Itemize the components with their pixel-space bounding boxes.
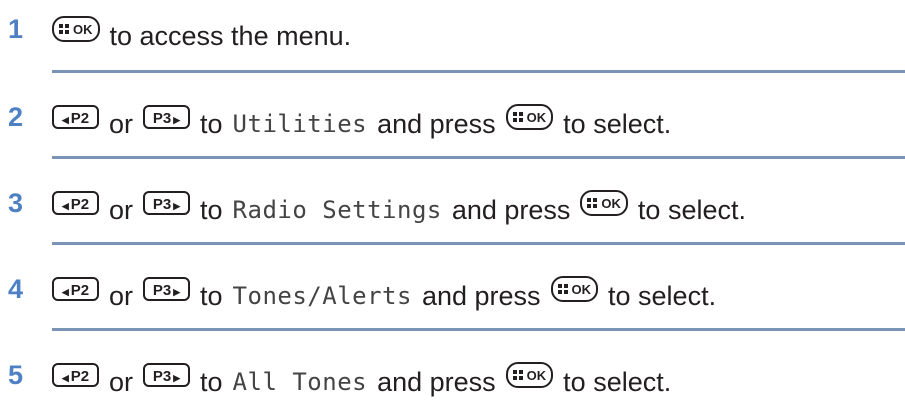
menu-item-name: Utilities [232,109,368,138]
menu-grid-icon [557,283,569,295]
instruction-text: to select. [637,194,746,225]
menu-grid-icon [512,111,524,123]
instruction-text: and press [377,366,496,397]
divider [52,70,905,73]
key-p2-icon: ◀ P2 [52,362,99,387]
left-triangle-icon: ◀ [61,372,69,383]
step-3: 3 ◀ P2 or P3 ▶ to Radio Settings and press OK to s… [0,182,905,234]
instruction-text: and press [451,194,571,225]
step-number: 3 [8,188,24,218]
menu-grid-icon [587,197,598,209]
menu-grid-icon [59,23,70,35]
menu-item-name: Tones/Alerts [232,281,412,310]
step-2: 2 ◀ P2 or P3 ▶ to Utilities and press OK to select… [0,96,905,148]
menu-item-name: Radio Settings [232,195,442,224]
key-label: OK [73,21,93,37]
key-label: P2 [70,109,90,127]
key-p3-icon: P3 ▶ [143,190,191,215]
key-p2-icon: ◀ P2 [52,276,99,301]
right-triangle-icon: ▶ [173,200,181,211]
instruction-text: to [200,280,223,311]
key-p2-icon: ◀ P2 [52,104,99,129]
instruction-text: or [109,366,134,397]
step-1: 1 OK to access the menu. [0,8,905,60]
left-triangle-icon: ◀ [61,286,69,297]
divider [52,242,905,245]
key-label: OK [526,367,547,383]
left-triangle-icon: ◀ [61,114,69,125]
key-ok-icon: OK [505,361,554,388]
key-ok-icon: OK [550,275,599,302]
divider [52,328,905,331]
step-number: 2 [8,102,24,132]
key-ok-icon: OK [505,103,554,130]
key-ok-icon: OK [580,189,628,216]
divider [52,156,905,159]
instruction-text: to access the menu. [109,20,352,51]
key-label: P3 [152,281,172,299]
instruction-text: to select. [563,366,672,397]
step-text: OK to access the menu. [52,14,351,56]
key-label: OK [571,281,592,297]
key-p2-icon: ◀ P2 [52,190,99,215]
key-label: P3 [152,195,172,213]
key-p3-icon: P3 ▶ [143,276,191,301]
instruction-text: to select. [608,280,717,311]
instruction-text: or [109,280,134,311]
instruction-text: and press [377,108,496,139]
key-label: P3 [152,109,172,127]
key-p3-icon: P3 ▶ [143,104,191,129]
right-triangle-icon: ▶ [173,372,181,383]
left-triangle-icon: ◀ [61,200,69,211]
instruction-text: and press [421,280,541,311]
instruction-text: or [109,108,134,139]
step-text: ◀ P2 or P3 ▶ to Radio Settings and press OK to se… [52,188,746,230]
step-text: ◀ P2 or P3 ▶ to All Tones and press OK to select. [52,360,671,402]
key-label: P2 [70,281,90,299]
key-label: P2 [70,195,90,213]
key-label: P2 [70,367,90,385]
instruction-text: to [200,194,223,225]
instruction-text: to [200,108,223,139]
menu-item-name: All Tones [232,367,368,396]
key-label: OK [526,109,547,125]
key-label: P3 [152,367,172,385]
step-5: 5 ◀ P2 or P3 ▶ to All Tones and press OK to select… [0,354,905,406]
step-4: 4 ◀ P2 or P3 ▶ to Tones/Alerts and press OK to sel… [0,268,905,320]
menu-grid-icon [512,369,524,381]
step-text: ◀ P2 or P3 ▶ to Tones/Alerts and press OK to sele… [52,274,716,316]
instruction-text: to [200,366,223,397]
step-number: 4 [8,274,24,304]
right-triangle-icon: ▶ [173,114,181,125]
key-label: OK [601,195,621,211]
instruction-text: to select. [563,108,672,139]
step-text: ◀ P2 or P3 ▶ to Utilities and press OK to select. [52,102,671,144]
instruction-text: or [109,194,134,225]
right-triangle-icon: ▶ [173,286,181,297]
key-ok-icon: OK [52,15,100,42]
key-p3-icon: P3 ▶ [143,362,191,387]
step-number: 5 [8,360,24,390]
step-number: 1 [8,14,24,44]
